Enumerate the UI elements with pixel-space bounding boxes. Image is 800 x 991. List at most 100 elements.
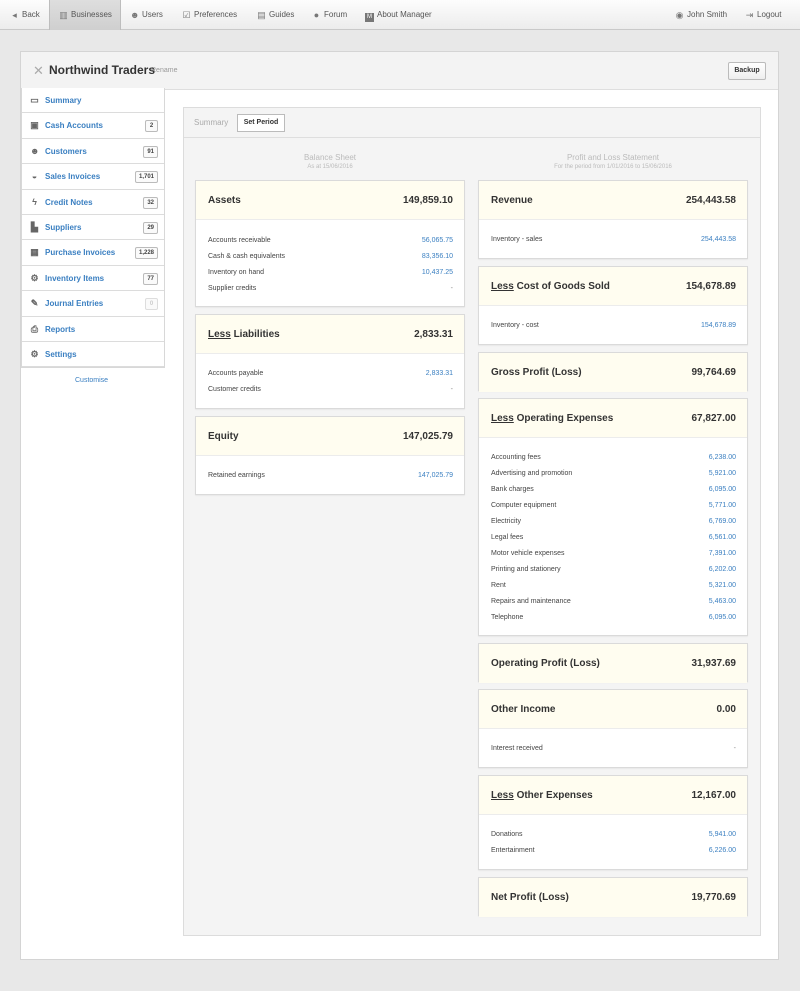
- cash-icon: ▣: [30, 120, 39, 131]
- manager-logo-icon: M: [365, 13, 374, 22]
- balance-sheet-heading: Balance Sheet As at 15/06/2016: [303, 153, 357, 170]
- sidebar-item-customers[interactable]: ☻ Customers 91: [22, 138, 164, 165]
- net-profit-card: Net Profit (Loss) 19,770.69: [478, 877, 748, 917]
- operating-expenses-total: 67,827.00: [691, 413, 737, 424]
- nav-users[interactable]: ☻ Users: [130, 0, 163, 30]
- liabilities-title: Less Liabilities: [208, 329, 280, 340]
- gross-profit-title: Gross Profit (Loss): [491, 367, 582, 378]
- factory-icon: ▙: [31, 221, 38, 232]
- table-row: Accounts payable 2,833.31: [208, 370, 453, 377]
- table-row: Entertainment 6,226.00: [491, 847, 736, 854]
- revenue-title: Revenue: [491, 195, 533, 206]
- equity-total: 147,025.79: [402, 431, 453, 442]
- liabilities-card: Less Liabilities 2,833.31 Accounts payab…: [195, 314, 465, 409]
- count-badge: 29: [143, 221, 158, 234]
- table-row: Accounts receivable 56,065.75: [208, 237, 453, 244]
- customise-link[interactable]: Customise: [75, 377, 108, 384]
- top-navigation-bar: ◂ Back ▥ Businesses ☻ Users ☑ Preferences ▤ G…: [0, 0, 800, 30]
- sidebar-item-settings[interactable]: ⚙ Settings: [22, 341, 164, 368]
- cogs-card: Less Cost of Goods Sold 154,678.89 Inven…: [478, 266, 748, 345]
- equity-card: Equity 147,025.79 Retained earnings 147,0…: [195, 416, 465, 495]
- nav-preferences[interactable]: ☑ Preferences: [182, 0, 237, 30]
- gears-icon: ⚙: [30, 272, 39, 283]
- user-avatar-icon: ◉: [675, 10, 684, 20]
- table-row: Donations 5,941.00: [491, 831, 736, 838]
- sidebar-item-journal-entries[interactable]: ✎ Journal Entries 0: [22, 291, 164, 317]
- nav-about-manager[interactable]: M About Manager: [365, 0, 432, 30]
- net-profit-total: 19,770.69: [691, 892, 737, 903]
- panel-tab-bar: Summary Set Period: [184, 108, 760, 138]
- count-badge: 32: [143, 196, 158, 209]
- operating-expenses-title: Less Operating Expenses: [491, 413, 614, 424]
- set-period-button[interactable]: Set Period: [237, 114, 285, 132]
- lightning-icon: ϟ: [32, 196, 37, 207]
- nav-forum[interactable]: ● Forum: [312, 0, 347, 30]
- other-expenses-card: Less Other Expenses 12,167.00 Donations 5…: [478, 775, 748, 870]
- gross-profit-total: 99,764.69: [691, 367, 737, 378]
- logout-icon: ⇥: [745, 10, 754, 20]
- cogs-title: Less Cost of Goods Sold: [491, 281, 610, 292]
- sidebar-item-credit-notes[interactable]: ϟ Credit Notes 32: [22, 189, 164, 215]
- other-expenses-total: 12,167.00: [691, 790, 737, 801]
- table-row: Advertising and promotion 5,921.00: [491, 470, 736, 477]
- table-row: Inventory - cost 154,678.89: [491, 322, 736, 329]
- back-arrow-icon: ◂: [12, 10, 17, 20]
- operating-expenses-card: Less Operating Expenses 67,827.00 Accoun…: [478, 398, 748, 636]
- table-row: Inventory - sales 254,443.58: [491, 236, 736, 243]
- count-badge: 1,701: [134, 171, 158, 184]
- table-row: Repairs and maintenance 5,463.00: [491, 598, 736, 605]
- operating-profit-total: 31,937.69: [691, 658, 737, 669]
- back-button[interactable]: ◂ Back: [10, 0, 40, 30]
- nav-businesses[interactable]: ▥ Businesses: [49, 0, 121, 30]
- printer-icon: ⎙: [30, 323, 39, 334]
- other-income-card: Other Income 0.00 Interest received -: [478, 689, 748, 768]
- sidebar-item-suppliers[interactable]: ▙ Suppliers 29: [22, 214, 164, 241]
- gross-profit-card: Gross Profit (Loss) 99,764.69: [478, 352, 748, 392]
- other-expenses-title: Less Other Expenses: [491, 790, 593, 801]
- profit-loss-heading: Profit and Loss Statement For the period…: [554, 153, 672, 170]
- close-icon[interactable]: ✕: [33, 63, 44, 79]
- nav-guides[interactable]: ▤ Guides: [257, 0, 294, 30]
- count-badge: 2: [145, 120, 158, 133]
- tab-summary[interactable]: Summary: [194, 118, 228, 127]
- table-row: Motor vehicle expenses 7,391.00: [491, 550, 736, 557]
- table-row: Supplier credits -: [208, 285, 453, 292]
- assets-card: Assets 149,859.10 Accounts receivable 56,…: [195, 180, 465, 307]
- sidebar-item-inventory-items[interactable]: ⚙ Inventory Items 77: [22, 265, 164, 292]
- operating-profit-title: Operating Profit (Loss): [491, 658, 600, 669]
- other-income-title: Other Income: [491, 704, 556, 715]
- sidebar-item-reports[interactable]: ⎙ Reports: [22, 316, 164, 342]
- table-row: Legal fees 6,561.00: [491, 534, 736, 541]
- business-header: ✕ Northwind Traders Rename Backup: [21, 52, 778, 90]
- user-menu[interactable]: ◉ John Smith: [675, 0, 727, 30]
- book-icon: ▤: [257, 10, 266, 20]
- table-row: Interest received -: [491, 745, 736, 752]
- customers-icon: ☻: [30, 145, 40, 156]
- liabilities-total: 2,833.31: [414, 329, 453, 340]
- count-badge: 77: [143, 272, 158, 285]
- logout-button[interactable]: ⇥ Logout: [745, 0, 782, 30]
- table-row: Bank charges 6,095.00: [491, 486, 736, 493]
- building-icon: ▥: [59, 10, 68, 20]
- users-icon: ☻: [130, 10, 140, 20]
- net-profit-title: Net Profit (Loss): [491, 892, 569, 903]
- calendar-icon: ▦: [30, 247, 39, 258]
- count-badge: 91: [143, 145, 158, 158]
- preferences-icon: ☑: [182, 10, 191, 20]
- sidebar-item-summary[interactable]: ▭ Summary: [22, 88, 164, 114]
- count-badge: 0: [145, 298, 158, 311]
- table-row: Printing and stationery 6,202.00: [491, 566, 736, 573]
- table-row: Inventory on hand 10,437.25: [208, 269, 453, 276]
- backup-button[interactable]: Backup: [728, 62, 766, 80]
- table-row: Computer equipment 5,771.00: [491, 502, 736, 509]
- sidebar-item-sales-invoices[interactable]: ◒ Sales Invoices 1,701: [22, 164, 164, 190]
- business-name: Northwind Traders: [49, 63, 156, 77]
- sidebar-item-cash-accounts[interactable]: ▣ Cash Accounts 2: [22, 113, 164, 139]
- rename-link[interactable]: Rename: [151, 67, 177, 74]
- invoice-tray-icon: ◒: [31, 171, 38, 182]
- chat-bubble-icon: ●: [313, 10, 320, 20]
- quill-icon: ✎: [30, 298, 39, 309]
- operating-profit-card: Operating Profit (Loss) 31,937.69: [478, 643, 748, 683]
- sidebar-item-purchase-invoices[interactable]: ▦ Purchase Invoices 1,228: [22, 240, 164, 266]
- sidebar: ▭ Summary ▣ Cash Accounts 2 ☻ Customers 91 ◒ S…: [21, 88, 165, 369]
